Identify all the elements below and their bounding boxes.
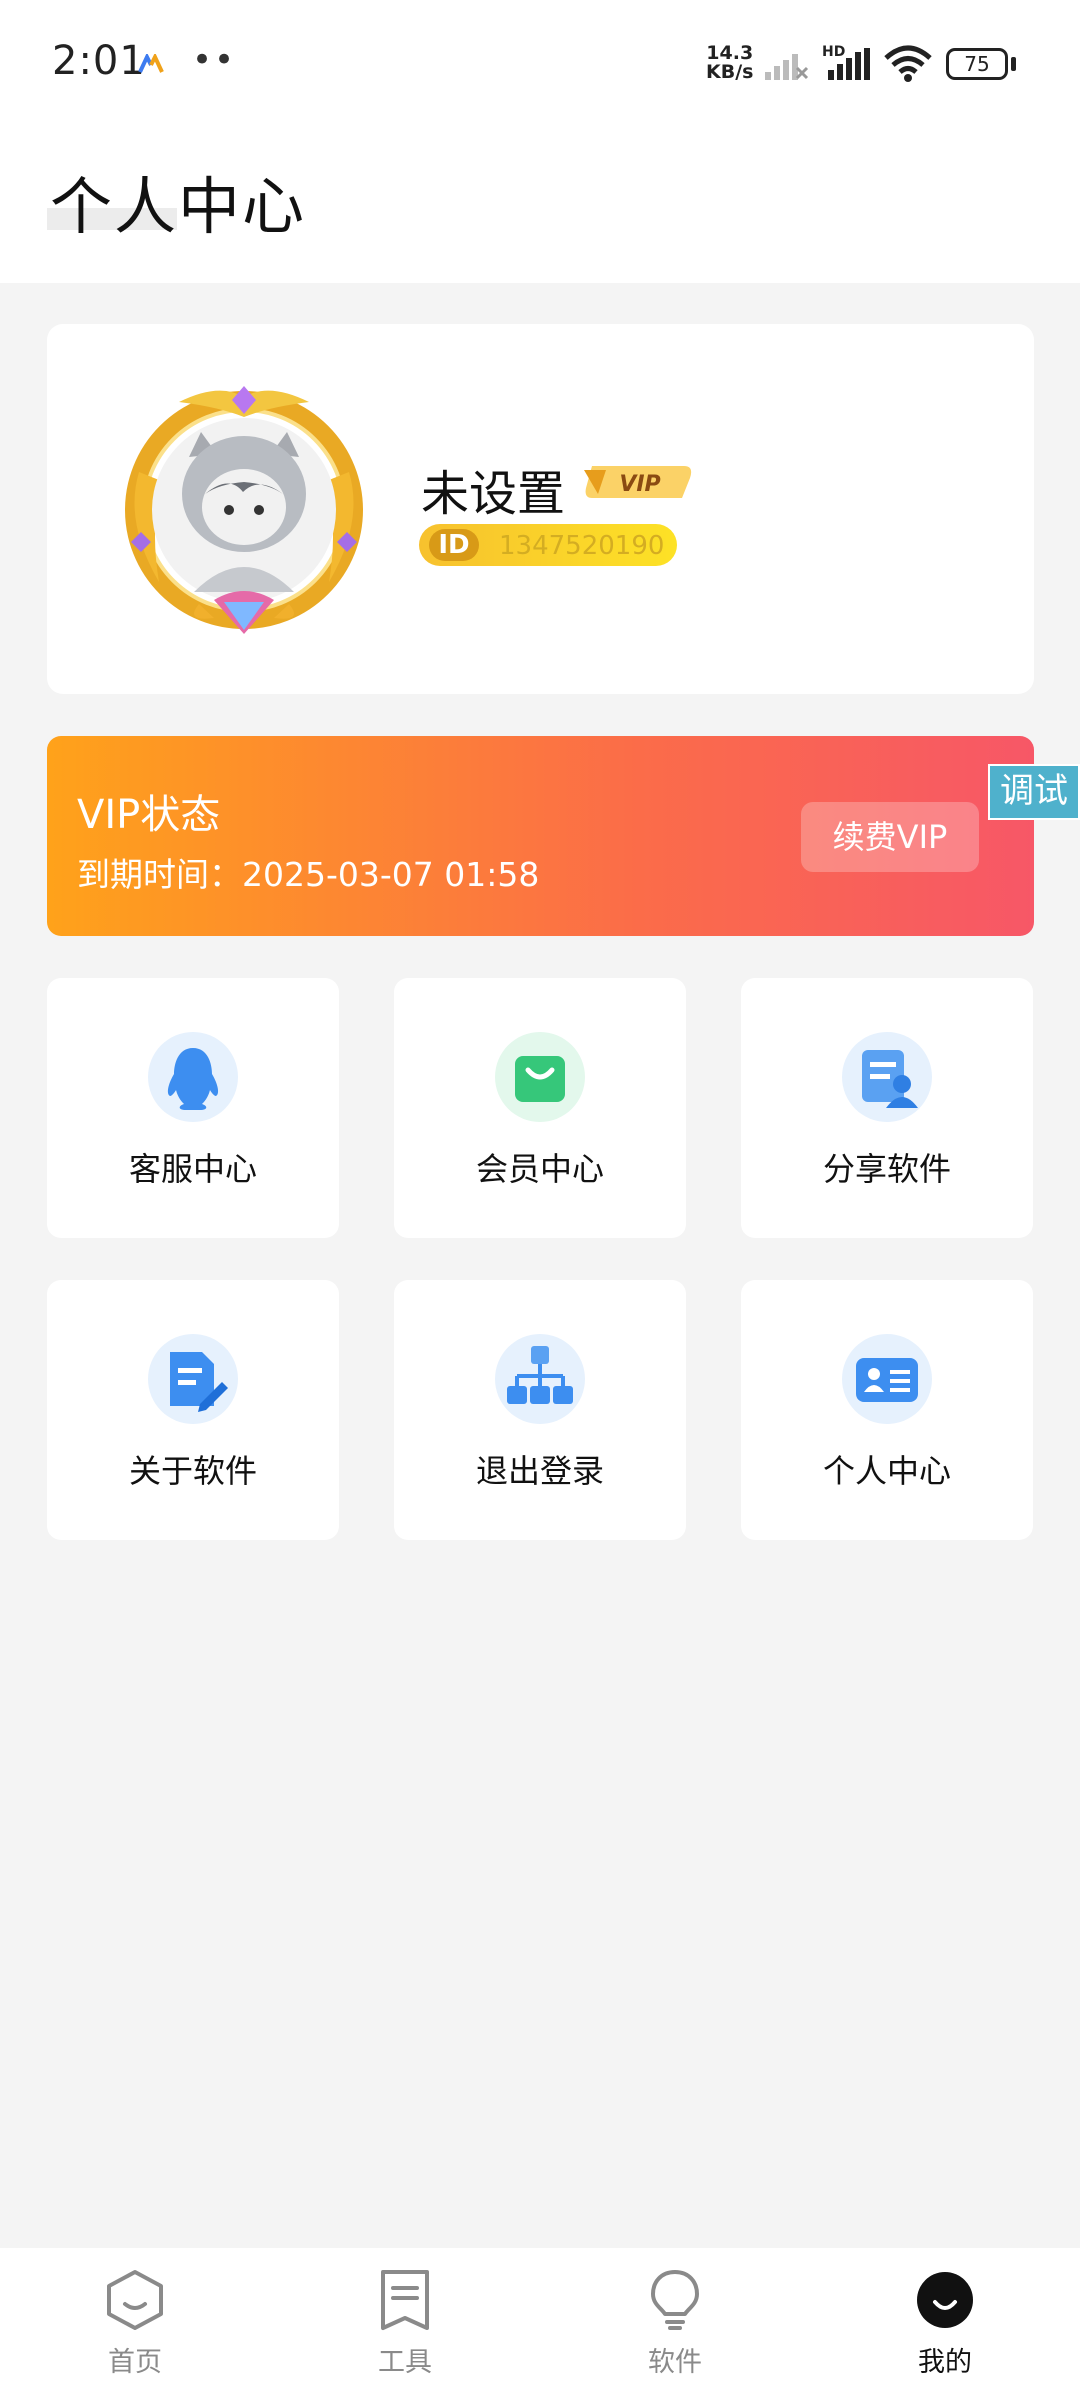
tile-label: 客服中心	[128, 1150, 257, 1188]
debug-button[interactable]: 调试	[988, 764, 1080, 820]
tile-label: 会员中心	[475, 1150, 604, 1188]
wifi-icon	[884, 45, 932, 82]
personal-center-tile[interactable]: 个人中心	[741, 1280, 1033, 1540]
signal-icon	[828, 48, 870, 80]
vip-status-title: VIP状态	[77, 792, 221, 838]
network-speed: 14.3 KB/s	[706, 44, 753, 82]
avatar[interactable]	[119, 382, 369, 638]
id-card-icon	[842, 1334, 932, 1424]
qq-penguin-icon	[148, 1032, 238, 1122]
smile-face-icon	[917, 2272, 973, 2328]
document-edit-icon	[148, 1334, 238, 1424]
nav-label: 软件	[648, 2347, 702, 2378]
nav-software[interactable]: 软件	[575, 2248, 775, 2400]
tile-label: 退出登录	[475, 1452, 604, 1490]
nav-mine[interactable]: 我的	[845, 2248, 1045, 2400]
user-id-number: 1347520190	[499, 531, 665, 561]
nav-label: 工具	[378, 2347, 432, 2378]
battery-indicator: 75	[946, 48, 1008, 80]
tile-label: 关于软件	[128, 1452, 257, 1490]
username: 未设置	[421, 466, 566, 522]
vip-expiry-time: 到期时间：2025-03-07 01:58	[77, 855, 540, 894]
app-screen: 2:01 •• 14.3 KB/s HD 75 个人中心 未设置 VIP ID …	[0, 0, 1080, 2400]
app-notification-icon	[138, 54, 164, 73]
signal-empty-icon	[765, 54, 809, 80]
profile-card[interactable]: 未设置 VIP ID 1347520190	[47, 324, 1034, 694]
nav-home[interactable]: 首页	[35, 2248, 235, 2400]
user-id-pill: ID 1347520190	[419, 524, 677, 566]
id-icon: ID	[429, 529, 479, 561]
header: 个人中心	[0, 120, 1080, 283]
sitemap-icon	[495, 1334, 585, 1424]
net-speed-unit: KB/s	[706, 61, 754, 83]
tile-label: 个人中心	[822, 1452, 951, 1490]
nav-label-active: 我的	[918, 2347, 972, 2378]
status-time: 2:01	[52, 38, 146, 84]
member-center-tile[interactable]: 会员中心	[394, 978, 686, 1238]
vip-badge: VIP	[584, 466, 692, 498]
battery-tip	[1011, 57, 1016, 71]
nav-tools[interactable]: 工具	[305, 2248, 505, 2400]
nav-label: 首页	[108, 2347, 162, 2378]
bookmark-list-icon	[381, 2270, 429, 2330]
hexagon-icon	[107, 2270, 163, 2330]
vip-badge-text: VIP	[619, 472, 660, 497]
page-title: 个人中心	[50, 170, 307, 243]
about-software-tile[interactable]: 关于软件	[47, 1280, 339, 1540]
vip-status-banner: VIP状态 到期时间：2025-03-07 01:58 续费VIP	[47, 736, 1034, 936]
status-bar: 2:01 •• 14.3 KB/s HD 75	[0, 0, 1080, 120]
bottom-nav: 首页 工具 软件 我的	[0, 2248, 1080, 2400]
customer-service-tile[interactable]: 客服中心	[47, 978, 339, 1238]
tile-label: 分享软件	[822, 1150, 951, 1188]
shopping-bag-icon	[495, 1032, 585, 1122]
status-more-dots: ••	[192, 40, 237, 80]
renew-vip-button[interactable]: 续费VIP	[801, 802, 979, 872]
lightbulb-icon	[651, 2270, 699, 2330]
logout-tile[interactable]: 退出登录	[394, 1280, 686, 1540]
share-software-tile[interactable]: 分享软件	[741, 978, 1033, 1238]
share-user-doc-icon	[842, 1032, 932, 1122]
